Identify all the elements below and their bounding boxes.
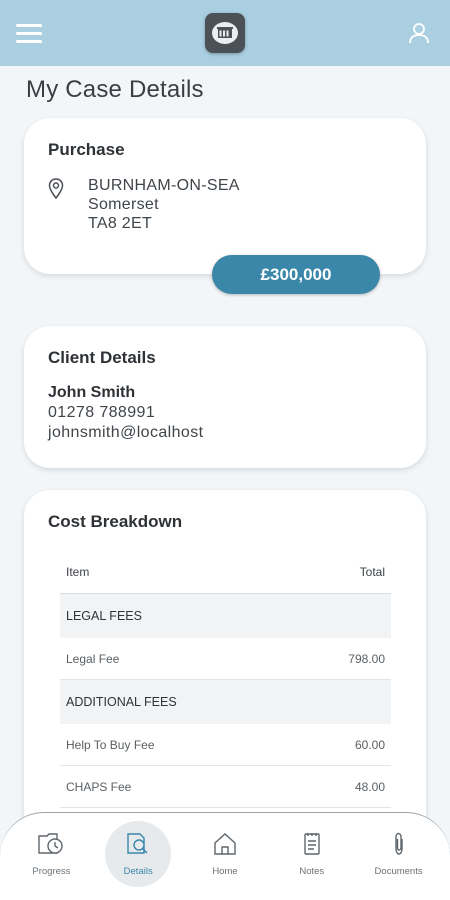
address-line-1: BURNHAM-ON-SEA <box>88 177 240 194</box>
row-total: 48.00 <box>354 779 385 794</box>
column-header-item: Item <box>66 564 90 579</box>
app-header <box>0 0 450 66</box>
purchase-card: Purchase BURNHAM-ON-SEA Somerset TA8 2ET <box>24 118 426 274</box>
nav-item-progress[interactable]: Progress <box>11 831 91 877</box>
client-details-title: Client Details <box>48 348 156 367</box>
table-row: Help To Buy Fee 60.00 <box>60 724 391 766</box>
nav-item-home[interactable]: Home <box>185 831 265 877</box>
nav-item-documents[interactable]: Documents <box>359 831 439 877</box>
row-total: 798.00 <box>348 651 385 666</box>
table-header: Item Total <box>60 550 391 594</box>
page-title: My Case Details <box>26 76 204 103</box>
paperclip-icon <box>384 831 414 862</box>
address: BURNHAM-ON-SEA Somerset TA8 2ET <box>48 176 402 233</box>
row-item: Help To Buy Fee <box>66 737 155 752</box>
client-email[interactable]: johnsmith@localhost <box>48 424 402 442</box>
nav-item-details[interactable]: Details <box>98 821 178 887</box>
section-header: ADDITIONAL FEES <box>60 680 391 724</box>
nav-label: Notes <box>299 866 325 877</box>
nav-label: Details <box>123 866 153 877</box>
notes-icon <box>297 831 327 862</box>
purchase-title: Purchase <box>48 140 125 159</box>
table-row: CHAPS Fee 48.00 <box>60 766 391 808</box>
row-item: CHAPS Fee <box>66 779 132 794</box>
client-name: John Smith <box>48 384 136 401</box>
table-row: Legal Fee 798.00 <box>60 638 391 680</box>
nav-label: Home <box>212 866 238 877</box>
address-line-2: Somerset <box>88 196 159 213</box>
section-header: LEGAL FEES <box>60 594 391 638</box>
address-line-3: TA8 2ET <box>88 215 153 232</box>
row-total: 60.00 <box>354 737 385 752</box>
user-icon[interactable] <box>404 18 434 48</box>
client-phone[interactable]: 01278 788991 <box>48 404 402 422</box>
home-icon <box>210 831 240 862</box>
client-details-card: Client Details John Smith 01278 788991 j… <box>24 326 426 468</box>
nav-item-notes[interactable]: Notes <box>272 831 352 877</box>
cost-breakdown-title: Cost Breakdown <box>48 512 183 531</box>
column-header-total: Total <box>359 564 385 579</box>
progress-clock-icon <box>36 831 66 862</box>
nav-label: Documents <box>374 866 423 877</box>
bottom-navigation: Progress Details Home Notes Documents <box>0 812 450 900</box>
building-logo-icon <box>205 13 245 53</box>
row-item: Legal Fee <box>66 651 120 666</box>
details-search-icon <box>123 831 153 862</box>
purchase-price-badge[interactable]: £300,000 <box>212 255 380 294</box>
nav-label: Progress <box>32 866 71 877</box>
hamburger-menu-icon[interactable] <box>16 18 46 48</box>
cost-table: Item Total LEGAL FEES Legal Fee 798.00 A… <box>60 550 391 808</box>
location-pin-icon <box>48 176 68 233</box>
